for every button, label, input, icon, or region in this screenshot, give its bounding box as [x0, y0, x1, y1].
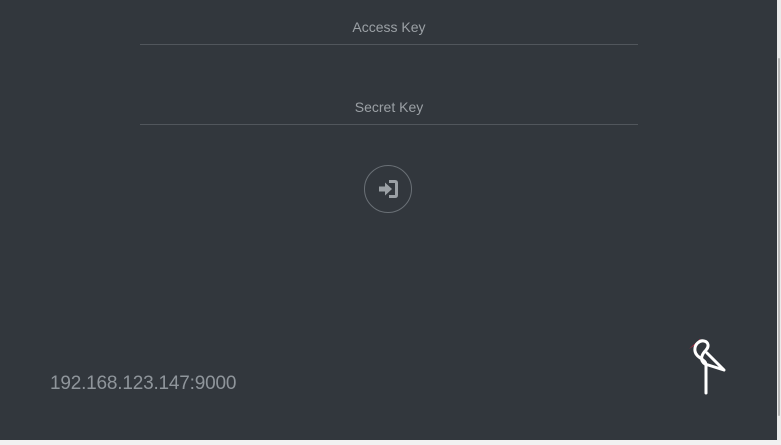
login-screen: 192.168.123.147:9000: [0, 0, 777, 440]
window-bottom-edge: [0, 440, 781, 445]
sign-in-icon: [379, 180, 398, 198]
scrollbar-thumb[interactable]: [778, 58, 780, 416]
access-key-field[interactable]: [140, 10, 638, 45]
access-key-input[interactable]: [140, 10, 638, 44]
login-button[interactable]: [364, 165, 412, 213]
host-address: 192.168.123.147:9000: [50, 373, 237, 394]
secret-key-input[interactable]: [140, 90, 638, 124]
secret-key-field[interactable]: [140, 90, 638, 125]
minio-logo-icon: [689, 339, 726, 395]
